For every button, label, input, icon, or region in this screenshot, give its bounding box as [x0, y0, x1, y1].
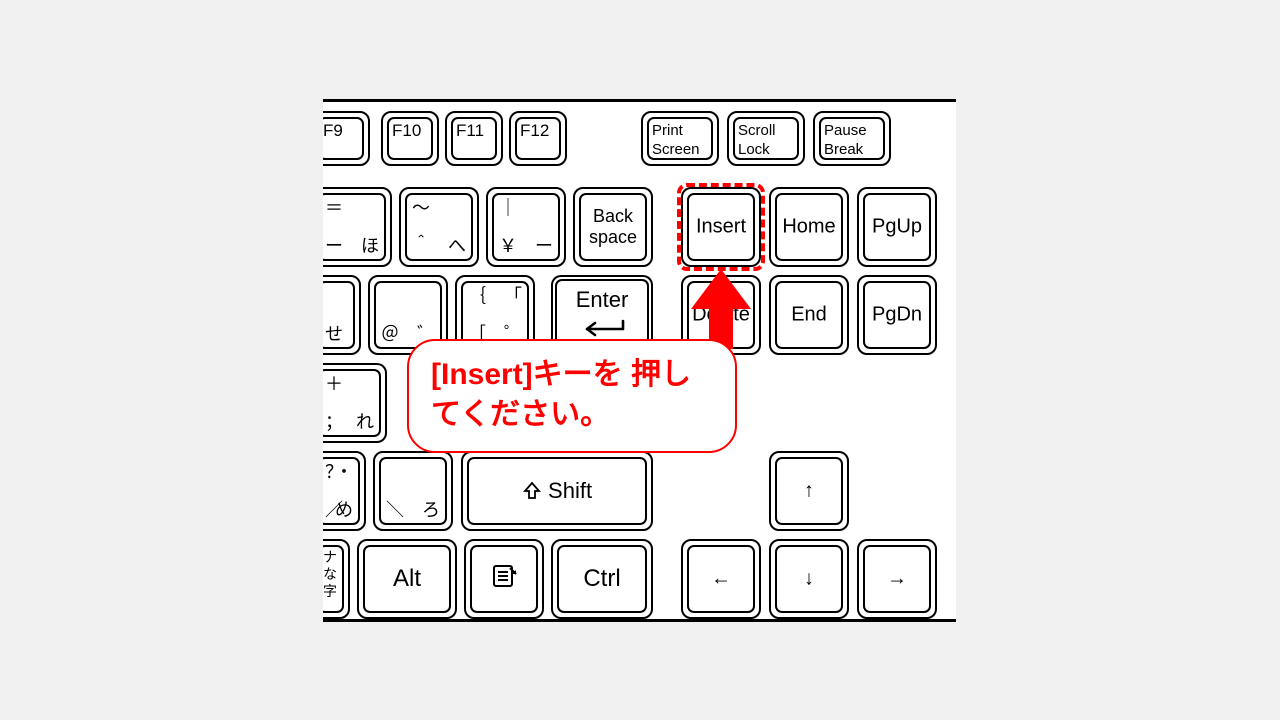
- key-minus-ho[interactable]: ＝ ー ほ: [323, 187, 392, 267]
- key-kana-partial[interactable]: ナ な 字: [323, 539, 350, 619]
- instruction-text: [Insert]キーを 押してください。: [431, 358, 691, 431]
- callout-arrow-icon: [691, 269, 751, 349]
- arrow-down-icon: ↓: [771, 568, 847, 591]
- key-menu[interactable]: [464, 539, 544, 619]
- key-plus-re[interactable]: ＋ ； れ: [323, 363, 387, 443]
- key-f10[interactable]: F10: [381, 111, 439, 166]
- key-arrow-down[interactable]: ↓: [769, 539, 849, 619]
- instruction-callout: [Insert]キーを 押してください。: [407, 339, 737, 453]
- key-f9[interactable]: F9: [323, 111, 370, 166]
- divider: [323, 99, 956, 102]
- key-print-screen[interactable]: Print Screen: [641, 111, 719, 166]
- key-pgdn[interactable]: PgDn: [857, 275, 937, 355]
- key-end[interactable]: End: [769, 275, 849, 355]
- key-shift[interactable]: Shift: [461, 451, 653, 531]
- key-slash-me[interactable]: ？ ・ ／ め: [323, 451, 366, 531]
- key-arrow-up[interactable]: ↑: [769, 451, 849, 531]
- key-alt[interactable]: Alt: [357, 539, 457, 619]
- key-pause-break[interactable]: Pause Break: [813, 111, 891, 166]
- key-home[interactable]: Home: [769, 187, 849, 267]
- context-menu-icon: [466, 562, 542, 596]
- key-scroll-lock[interactable]: Scroll Lock: [727, 111, 805, 166]
- key-ctrl[interactable]: Ctrl: [551, 539, 653, 619]
- key-pgup[interactable]: PgUp: [857, 187, 937, 267]
- key-f12[interactable]: F12: [509, 111, 567, 166]
- enter-label: Enter: [576, 287, 629, 312]
- key-insert[interactable]: Insert: [681, 187, 761, 267]
- arrow-up-icon: ↑: [771, 480, 847, 503]
- stage: F9 F10 F11 F12 Print Screen Scroll Lock …: [0, 0, 1280, 720]
- arrow-left-icon: ←: [683, 568, 759, 591]
- key-arrow-right[interactable]: →: [857, 539, 937, 619]
- key-backspace[interactable]: Back space: [573, 187, 653, 267]
- key-backslash-ro[interactable]: ＼ ろ: [373, 451, 453, 531]
- key-yen-bar[interactable]: ｜ ￥ ー: [486, 187, 566, 267]
- key-se-partial[interactable]: せ: [323, 275, 361, 355]
- shift-icon: [522, 481, 542, 501]
- divider: [323, 619, 956, 622]
- key-caret-he[interactable]: ～ ＾ へ: [399, 187, 479, 267]
- key-arrow-left[interactable]: ←: [681, 539, 761, 619]
- keyboard-diagram: F9 F10 F11 F12 Print Screen Scroll Lock …: [323, 99, 956, 622]
- arrow-right-icon: →: [859, 568, 935, 591]
- key-f11[interactable]: F11: [445, 111, 503, 166]
